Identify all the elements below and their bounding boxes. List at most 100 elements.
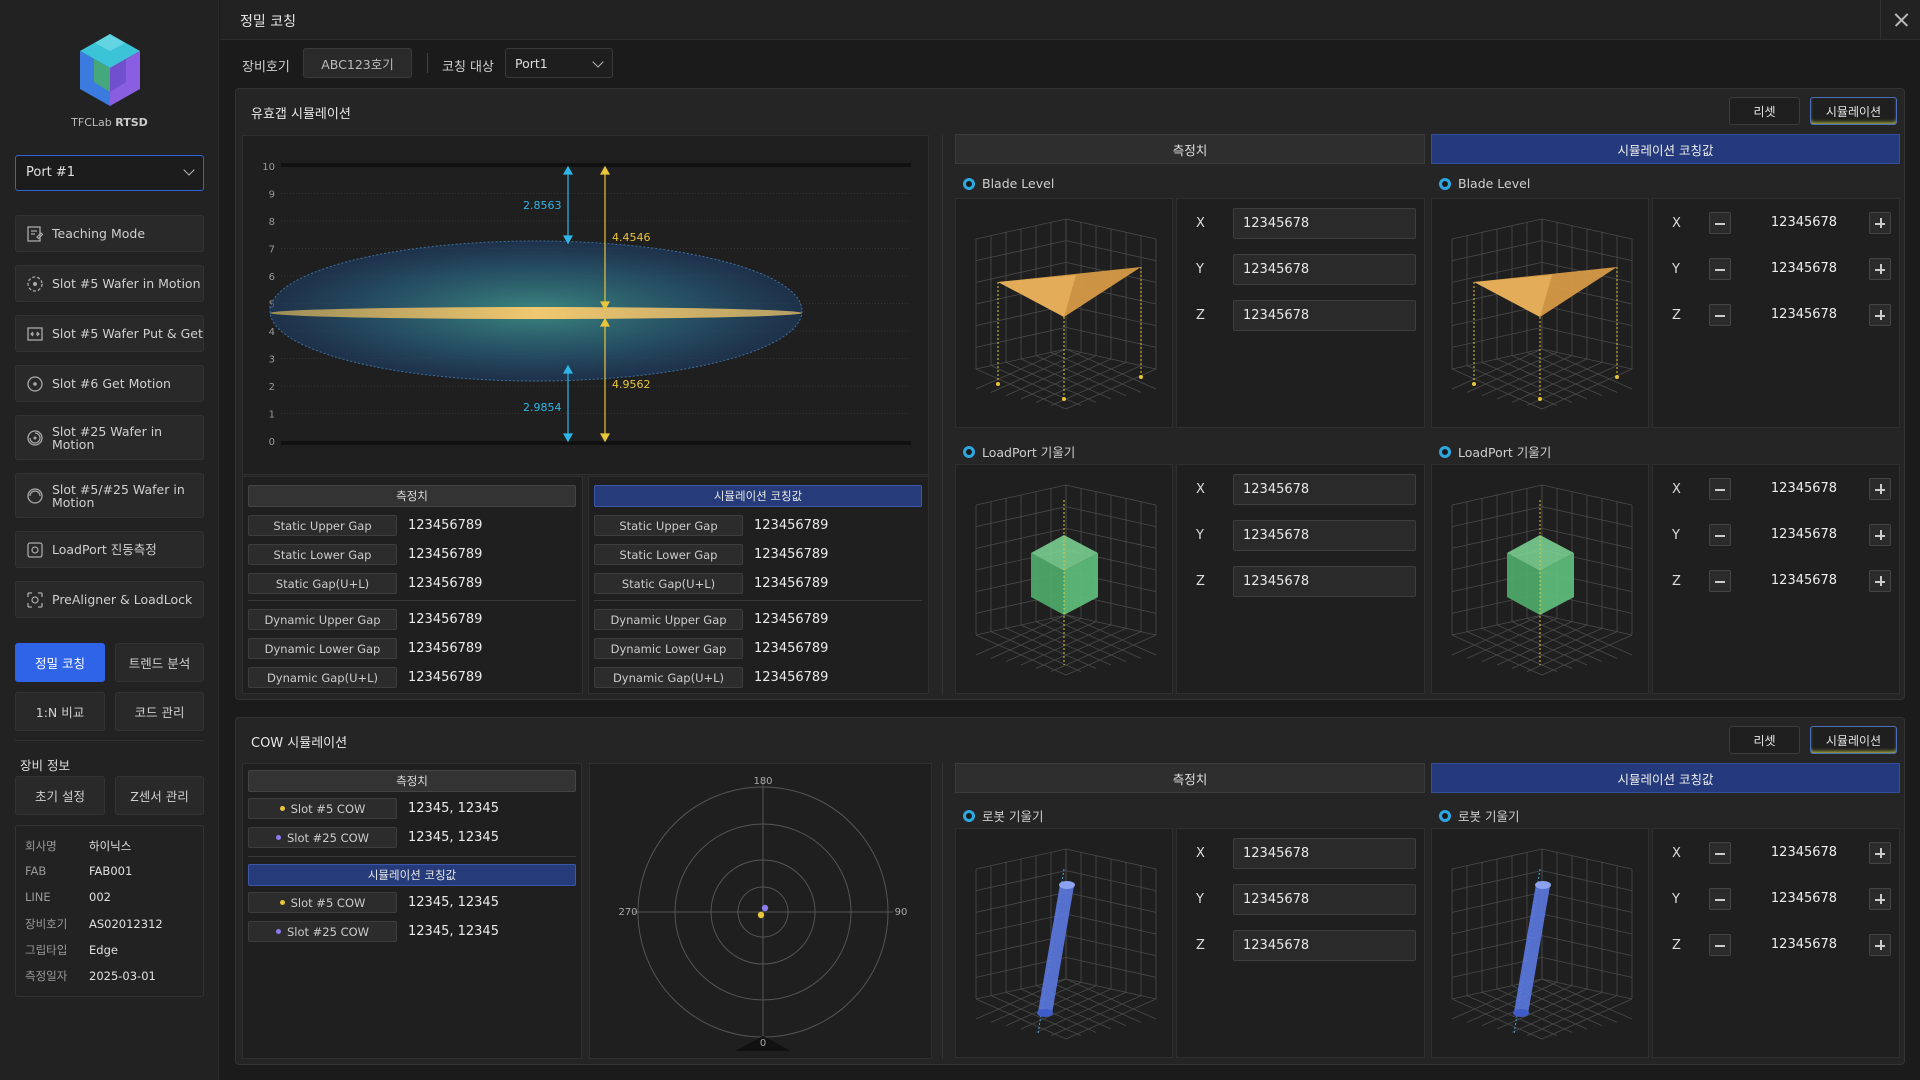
compare-button[interactable]: 1:N 비교 <box>15 692 105 731</box>
robot-sim-z-stepper[interactable]: 12345678 <box>1709 932 1891 959</box>
minus-icon[interactable] <box>1709 478 1731 500</box>
equip-field[interactable]: ABC123호기 <box>303 48 412 78</box>
blade-sim-x-stepper[interactable]: 12345678 <box>1709 210 1891 237</box>
robot-measure-y-field[interactable]: 12345678 <box>1233 884 1416 915</box>
loadport-measure-3d-chart <box>975 484 1157 676</box>
close-icon[interactable] <box>1880 0 1920 40</box>
loadport-measure-3d-view <box>955 464 1173 694</box>
gap-row-label: Dynamic Lower Gap <box>594 638 743 659</box>
info-value: 002 <box>89 890 111 904</box>
cow-col-sim: 시뮬레이션 코칭값 <box>1431 763 1900 793</box>
robot-sim-3d-view <box>1431 828 1649 1058</box>
info-key: 그립타입 <box>25 943 68 957</box>
cow-sim-head: 시뮬레이션 코칭값 <box>248 864 576 886</box>
cow-row-label: Slot #5 COW <box>248 892 397 913</box>
plus-icon[interactable] <box>1869 934 1891 956</box>
lower-big-label: 4.9562 <box>612 378 651 391</box>
stepper-value: 12345678 <box>1770 307 1838 322</box>
gap-row-value: 123456789 <box>408 518 483 533</box>
zsensor-manage-button[interactable]: Z센서 관리 <box>115 776 204 815</box>
minus-icon[interactable] <box>1709 570 1731 592</box>
minus-icon[interactable] <box>1709 304 1731 326</box>
menu-item-loadport-vibration[interactable]: LoadPort 진동측정 <box>15 531 204 568</box>
menu-item-slot5-motion[interactable]: Slot #5 Wafer in Motion <box>15 265 204 302</box>
menu-item-prealigner-loadlock[interactable]: PreAligner & LoadLock <box>15 581 204 618</box>
loadport-sim-x-stepper[interactable]: 12345678 <box>1709 476 1891 503</box>
gap-simulate-button[interactable]: 시뮬레이션 <box>1810 97 1897 125</box>
blade-sim-z-stepper[interactable]: 12345678 <box>1709 302 1891 329</box>
upper-small-dim <box>562 165 574 245</box>
minus-icon[interactable] <box>1709 258 1731 280</box>
robot-measure-z-field[interactable]: 12345678 <box>1233 930 1416 961</box>
info-value: Edge <box>89 943 118 957</box>
menu-item-slot25-motion[interactable]: Slot #25 Wafer in Motion <box>15 415 204 460</box>
series-dot-icon <box>279 900 285 905</box>
plus-icon[interactable] <box>1869 478 1891 500</box>
port-select[interactable]: Port #1 <box>15 155 204 191</box>
minus-icon[interactable] <box>1709 842 1731 864</box>
minus-icon[interactable] <box>1709 888 1731 910</box>
divider <box>15 740 204 741</box>
minus-icon[interactable] <box>1709 934 1731 956</box>
blade-measure-z-field[interactable]: 12345678 <box>1233 300 1416 331</box>
y-tick-label: 1 <box>269 410 275 421</box>
section-label-text: LoadPort 기울기 <box>1458 445 1552 460</box>
menu-item-teaching-mode[interactable]: Teaching Mode <box>15 215 204 252</box>
gap-row-label: Static Lower Gap <box>248 544 397 565</box>
init-settings-button[interactable]: 초기 설정 <box>15 776 105 815</box>
gap-row-value: 123456789 <box>754 670 829 685</box>
lower-limit-bar <box>281 441 911 445</box>
blade-sim-y-stepper[interactable]: 12345678 <box>1709 256 1891 283</box>
cow-reset-button[interactable]: 리셋 <box>1729 726 1800 754</box>
page-title: 정밀 코칭 <box>240 14 296 30</box>
plus-icon[interactable] <box>1869 570 1891 592</box>
plus-icon[interactable] <box>1869 304 1891 326</box>
gap-reset-button[interactable]: 리셋 <box>1729 97 1800 125</box>
target-label: 코칭 대상 <box>442 60 494 75</box>
info-key: LINE <box>25 890 51 904</box>
robot-sim-y-stepper[interactable]: 12345678 <box>1709 886 1891 913</box>
axis-label-z: Z <box>1672 938 1681 953</box>
precision-coaching-button[interactable]: 정밀 코칭 <box>15 643 105 682</box>
section-label-text: 로봇 기울기 <box>1458 809 1520 824</box>
loadport-sim-z-stepper[interactable]: 12345678 <box>1709 568 1891 595</box>
menu-item-slot5-put-get[interactable]: Slot #5 Wafer Put & Get <box>15 315 204 352</box>
gap-row-value: 123456789 <box>754 547 829 562</box>
plus-icon[interactable] <box>1869 258 1891 280</box>
divider <box>942 763 943 1059</box>
robot-sim-3d-chart <box>1451 848 1633 1040</box>
loadport-sim-y-stepper[interactable]: 12345678 <box>1709 522 1891 549</box>
stepper-value: 12345678 <box>1770 481 1838 496</box>
blade-measure-3d-view <box>955 198 1173 428</box>
cow-simulate-button[interactable]: 시뮬레이션 <box>1810 726 1897 754</box>
menu-item-slot5-25-motion[interactable]: Slot #5/#25 Wafer in Motion <box>15 473 204 518</box>
plus-icon[interactable] <box>1869 888 1891 910</box>
loadport-measure-y-field[interactable]: 12345678 <box>1233 520 1416 551</box>
section-label-text: Blade Level <box>982 176 1055 191</box>
loadport-measure-z-field[interactable]: 12345678 <box>1233 566 1416 597</box>
blade-measure-x-field[interactable]: 12345678 <box>1233 208 1416 239</box>
axis-label-z: Z <box>1672 574 1681 589</box>
target-select[interactable]: Port1 <box>505 48 613 78</box>
menu-item-label: PreAligner & LoadLock <box>52 592 193 607</box>
polar-label-top: 180 <box>753 776 772 787</box>
trend-analysis-button[interactable]: 트렌드 분석 <box>115 643 204 682</box>
code-manage-button[interactable]: 코드 관리 <box>115 692 204 731</box>
gap-sim-head: 시뮬레이션 코칭값 <box>594 485 922 507</box>
loadport-measure-x-field[interactable]: 12345678 <box>1233 474 1416 505</box>
info-key: 측정일자 <box>25 969 68 983</box>
gap-row-value: 123456789 <box>408 612 483 627</box>
robot-sim-x-stepper[interactable]: 12345678 <box>1709 840 1891 867</box>
robot-measure-x-field[interactable]: 12345678 <box>1233 838 1416 869</box>
minus-icon[interactable] <box>1709 212 1731 234</box>
axis-label-y: Y <box>1196 528 1204 543</box>
cow-row-value: 12345, 12345 <box>408 801 499 816</box>
axis-label-z: Z <box>1196 308 1205 323</box>
equipment-info-title: 장비 정보 <box>20 758 70 773</box>
blade-measure-y-field[interactable]: 12345678 <box>1233 254 1416 285</box>
plus-icon[interactable] <box>1869 524 1891 546</box>
minus-icon[interactable] <box>1709 524 1731 546</box>
plus-icon[interactable] <box>1869 842 1891 864</box>
menu-item-slot6-get-motion[interactable]: Slot #6 Get Motion <box>15 365 204 402</box>
plus-icon[interactable] <box>1869 212 1891 234</box>
